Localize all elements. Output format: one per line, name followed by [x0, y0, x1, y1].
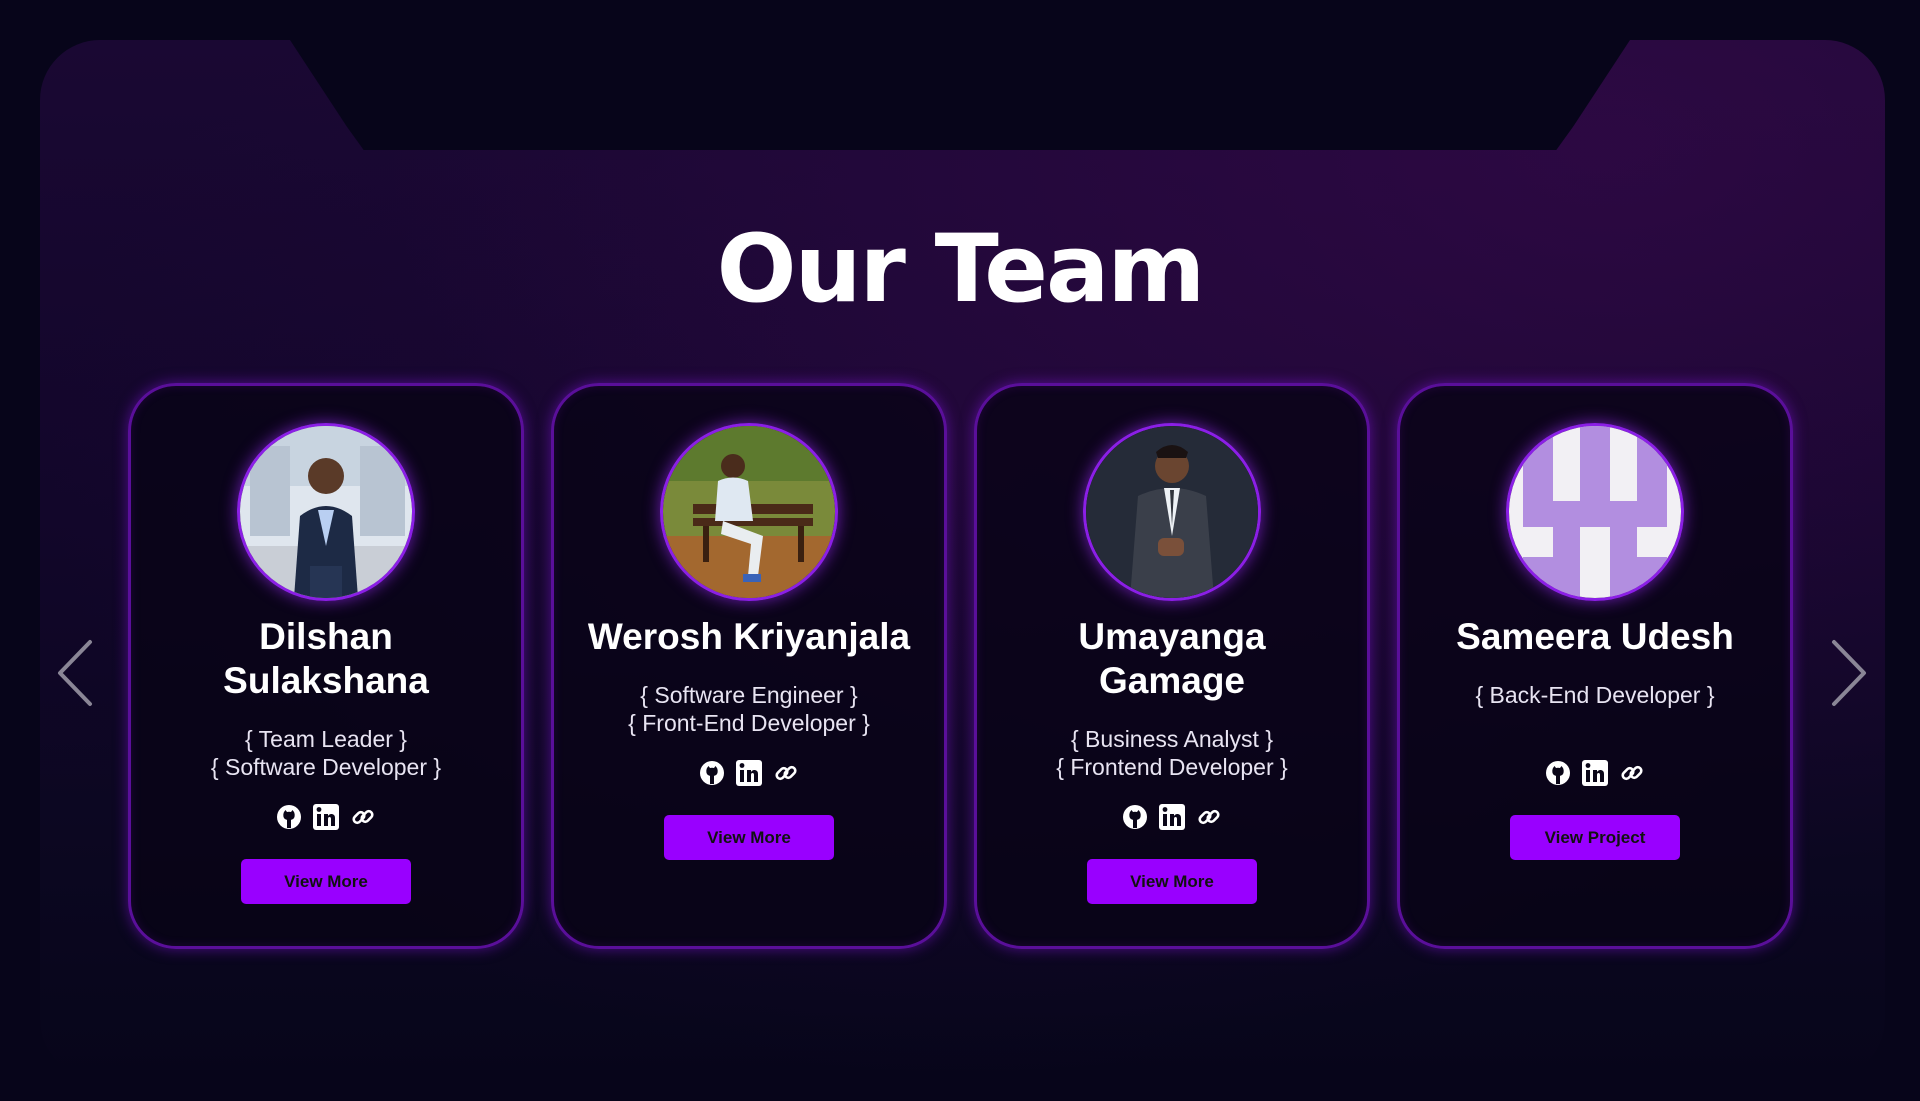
website-link[interactable] — [1618, 759, 1646, 787]
view-more-button[interactable]: View More — [241, 859, 411, 904]
member-name: Dilshan Sulakshana — [223, 616, 429, 701]
member-role: { Software Engineer } — [640, 682, 858, 708]
github-icon — [1546, 761, 1570, 785]
link-icon — [775, 765, 797, 781]
member-role: { Team Leader } — [245, 726, 407, 752]
carousel-prev-button[interactable] — [56, 638, 96, 708]
member-role: { Frontend Developer } — [1056, 754, 1288, 780]
linkedin-icon — [1582, 760, 1608, 786]
link-icon — [1621, 765, 1643, 781]
avatar — [1506, 423, 1684, 601]
view-more-button[interactable]: View More — [664, 815, 834, 860]
member-photo — [663, 426, 835, 598]
team-carousel: Dilshan Sulakshana { Team Leader } { Sof… — [128, 383, 1798, 953]
view-project-button[interactable]: View Project — [1510, 815, 1680, 860]
github-icon — [1123, 805, 1147, 829]
team-card: Umayanga Gamage { Business Analyst } { F… — [974, 383, 1370, 949]
linkedin-icon — [1159, 804, 1185, 830]
website-link[interactable] — [772, 759, 800, 787]
team-card: Dilshan Sulakshana { Team Leader } { Sof… — [128, 383, 524, 949]
avatar — [660, 423, 838, 601]
github-icon — [700, 761, 724, 785]
member-roles: { Business Analyst } { Frontend Develope… — [1056, 725, 1287, 785]
avatar — [1083, 423, 1261, 601]
team-card: Werosh Kriyanjala { Software Engineer } … — [551, 383, 947, 949]
chevron-right-icon — [1832, 640, 1866, 706]
member-role: { Front-End Developer } — [628, 710, 870, 736]
linkedin-icon — [736, 760, 762, 786]
identicon-image — [1509, 426, 1681, 598]
linkedin-link[interactable] — [1158, 803, 1186, 831]
github-link[interactable] — [1544, 759, 1572, 787]
member-name: Umayanga Gamage — [1078, 616, 1266, 701]
member-role: { Business Analyst } — [1070, 726, 1273, 752]
member-role: { Back-End Developer } — [1475, 682, 1715, 708]
linkedin-link[interactable] — [735, 759, 763, 787]
social-links — [1121, 799, 1223, 835]
github-link[interactable] — [275, 803, 303, 831]
member-name: Sameera Udesh — [1456, 616, 1734, 657]
member-role: { Software Developer } — [210, 754, 442, 780]
linkedin-link[interactable] — [1581, 759, 1609, 787]
section-title: Our Team — [716, 215, 1206, 324]
member-photo — [240, 426, 412, 598]
team-card: Sameera Udesh { Back-End Developer } Vie… — [1397, 383, 1793, 949]
social-links — [275, 799, 377, 835]
website-link[interactable] — [1195, 803, 1223, 831]
avatar — [237, 423, 415, 601]
github-link[interactable] — [1121, 803, 1149, 831]
linkedin-link[interactable] — [312, 803, 340, 831]
member-roles: { Back-End Developer } — [1475, 681, 1714, 741]
link-icon — [1198, 809, 1220, 825]
member-roles: { Software Engineer } { Front-End Develo… — [628, 681, 870, 741]
team-page: Our Team Dilshan Sulakshana {Team Leade… — [0, 0, 1920, 1101]
member-photo — [1086, 426, 1258, 598]
linkedin-icon — [313, 804, 339, 830]
carousel-next-button[interactable] — [1828, 638, 1868, 708]
github-link[interactable] — [698, 759, 726, 787]
chevron-left-icon — [58, 640, 92, 706]
member-roles: { Team Leader } { Software Developer } — [211, 725, 441, 785]
link-icon — [352, 809, 374, 825]
member-name: Werosh Kriyanjala — [587, 616, 911, 657]
social-links — [698, 755, 800, 791]
panel-notch — [290, 40, 1630, 150]
view-more-button[interactable]: View More — [1087, 859, 1257, 904]
website-link[interactable] — [349, 803, 377, 831]
social-links — [1544, 755, 1646, 791]
github-icon — [277, 805, 301, 829]
